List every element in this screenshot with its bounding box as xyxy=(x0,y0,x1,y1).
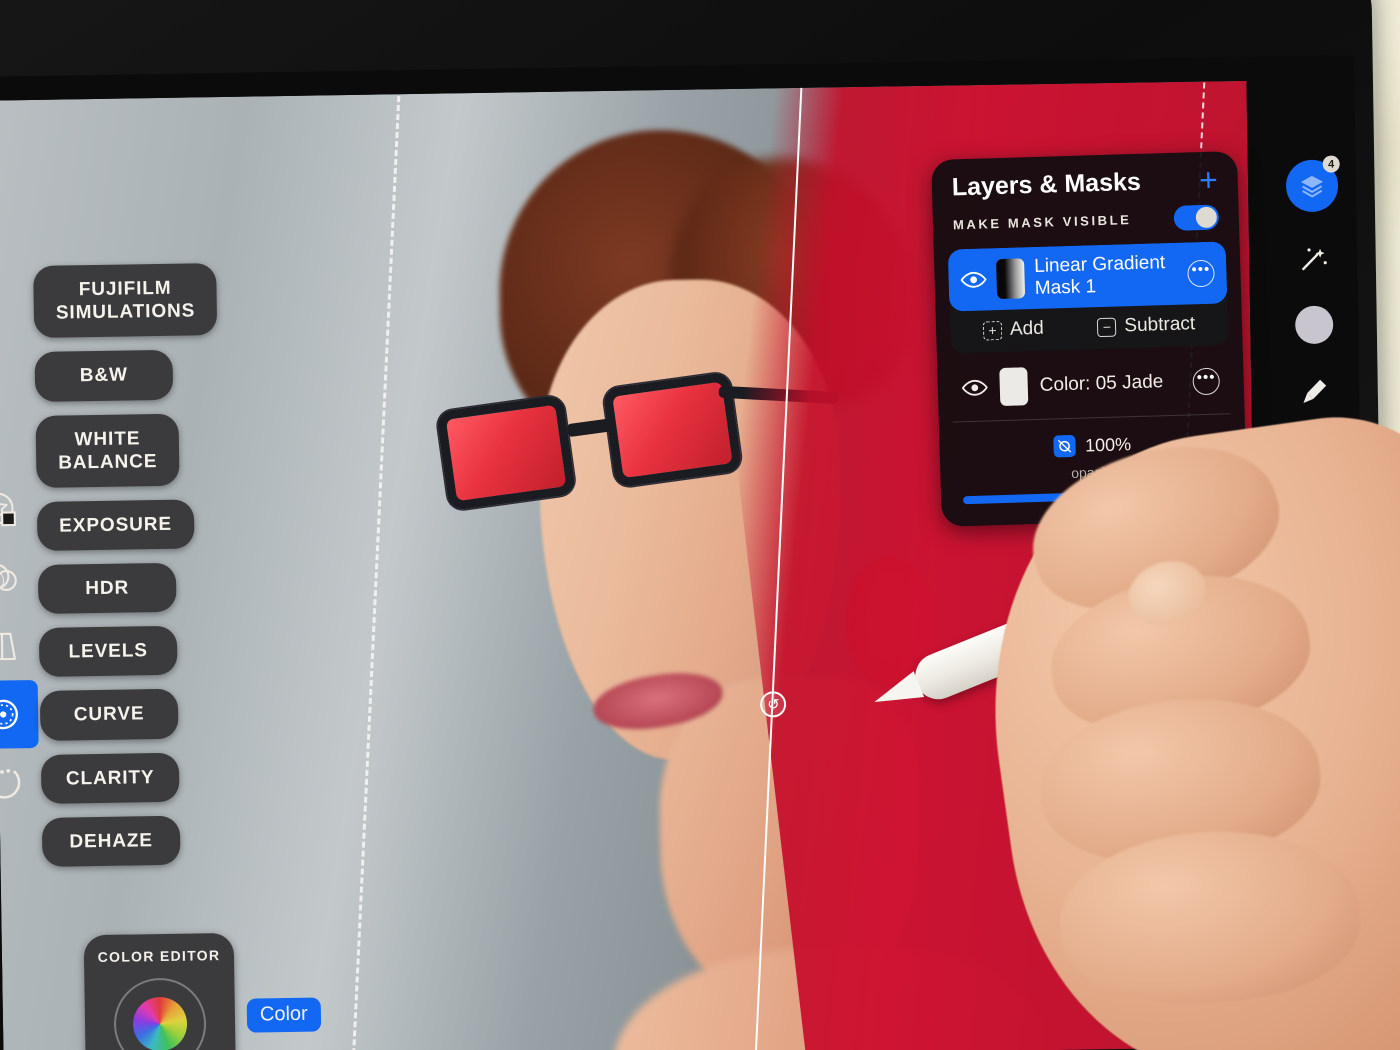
tool-clarity[interactable]: CLARITY xyxy=(40,752,180,804)
color-wheel-icon xyxy=(132,996,188,1050)
make-mask-visible-toggle[interactable] xyxy=(1173,204,1220,231)
opacity-slider[interactable] xyxy=(963,476,1232,509)
tablet-photograph: 71 % Back XT401389.RAF xyxy=(0,0,1400,1050)
sunglass-lens-left xyxy=(435,394,577,512)
mask-thumbnail xyxy=(995,258,1026,300)
color-editor-title: COLOR EDITOR xyxy=(97,947,221,966)
color-wheel-icon[interactable] xyxy=(0,679,39,750)
subtract-label: Subtract xyxy=(1124,313,1196,337)
add-mask-button[interactable]: + Add xyxy=(982,317,1045,342)
perspective-icon[interactable] xyxy=(0,612,38,681)
sunglass-bridge xyxy=(566,418,613,438)
color-layer-name-label: Color: 05 Jade xyxy=(1039,371,1164,396)
brush-icon[interactable] xyxy=(1298,374,1333,409)
opacity-label: opacity xyxy=(1070,463,1116,481)
right-tool-rail: 4 xyxy=(1285,155,1345,617)
blend-mode-icon[interactable] xyxy=(1053,434,1077,458)
presets-icon[interactable] xyxy=(0,476,35,545)
magic-wand-icon[interactable] xyxy=(1296,242,1331,277)
tool-dehaze[interactable]: DEHAZE xyxy=(41,815,181,867)
tool-curve[interactable]: CURVE xyxy=(39,689,179,741)
adjustment-tool-list: FUJIFILM SIMULATIONS B&W WHITE BALANCE E… xyxy=(33,263,226,867)
layer-row-color[interactable]: Color: 05 Jade ••• xyxy=(950,345,1231,423)
tool-exposure[interactable]: EXPOSURE xyxy=(36,499,195,551)
layer-row-linear-gradient-mask[interactable]: Linear Gradient Mask 1 ••• xyxy=(947,241,1228,312)
tablet-screen: 71 % Back XT401389.RAF xyxy=(0,55,1370,1050)
eye-icon[interactable] xyxy=(961,378,989,397)
mask-group: Linear Gradient Mask 1 ••• + Add − Subtr… xyxy=(947,241,1229,354)
panel-title: Layers & Masks xyxy=(951,167,1142,202)
opacity-slider-knob[interactable] xyxy=(1199,476,1232,509)
color-wheel-button[interactable] xyxy=(113,977,207,1050)
tool-fujifilm-simulations[interactable]: FUJIFILM SIMULATIONS xyxy=(33,263,218,339)
add-label: Add xyxy=(1009,317,1045,340)
color-layer-thumbnail xyxy=(999,367,1029,407)
masks-icon[interactable] xyxy=(0,544,37,613)
layers-masks-panel: Layers & Masks + MAKE MASK VISIBLE Linea… xyxy=(931,150,1248,527)
color-editor-card: COLOR EDITOR 0 xyxy=(83,932,238,1050)
plus-square-dashed-icon: + xyxy=(982,320,1003,341)
tool-levels[interactable]: LEVELS xyxy=(38,625,178,678)
layers-fab[interactable]: 4 xyxy=(1285,155,1340,213)
plus-icon[interactable]: + xyxy=(1199,162,1219,199)
subtract-mask-button[interactable]: − Subtract xyxy=(1097,313,1195,338)
eraser-circle-icon[interactable] xyxy=(1294,305,1334,345)
rotate-handle-icon[interactable]: ↺ xyxy=(760,690,787,718)
opacity-control: 100% opacity xyxy=(953,414,1233,509)
tool-hdr[interactable]: HDR xyxy=(37,562,177,615)
opacity-value-label: 100% xyxy=(1084,433,1132,456)
make-mask-visible-label: MAKE MASK VISIBLE xyxy=(952,212,1132,233)
pink-swatch[interactable] xyxy=(1297,505,1338,547)
tool-white-balance[interactable]: WHITE BALANCE xyxy=(35,413,180,488)
mask-name-label: Linear Gradient Mask 1 xyxy=(1033,252,1166,299)
tab-color[interactable]: Color xyxy=(246,997,321,1033)
ellipsis-circle-icon[interactable]: ••• xyxy=(1192,367,1221,395)
opacity-value-row: 100% xyxy=(961,430,1224,460)
minus-rect-icon: − xyxy=(1097,317,1117,337)
layers-icon xyxy=(1300,175,1323,198)
left-tool-rail xyxy=(0,476,40,817)
orange-swatch[interactable] xyxy=(1298,575,1339,617)
color-wheel-swatch[interactable] xyxy=(1296,437,1336,477)
layers-badge: 4 xyxy=(1322,155,1340,173)
ellipsis-circle-icon[interactable]: ••• xyxy=(1187,259,1215,287)
tool-bw[interactable]: B&W xyxy=(34,350,174,402)
radial-dots-icon[interactable] xyxy=(0,748,40,817)
eye-icon[interactable] xyxy=(960,270,987,289)
